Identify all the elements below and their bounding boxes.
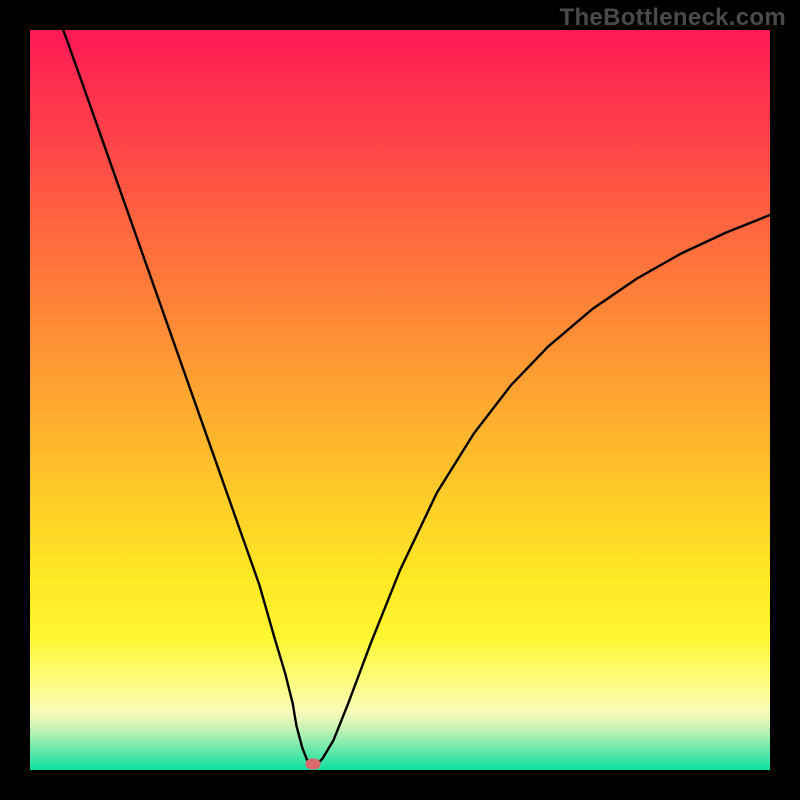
current-config-marker <box>305 759 320 770</box>
chart-frame: TheBottleneck.com <box>0 0 800 800</box>
bottleneck-curve <box>63 30 770 767</box>
chart-svg <box>30 30 770 770</box>
watermark-text: TheBottleneck.com <box>560 4 786 32</box>
plot-area <box>30 30 770 770</box>
